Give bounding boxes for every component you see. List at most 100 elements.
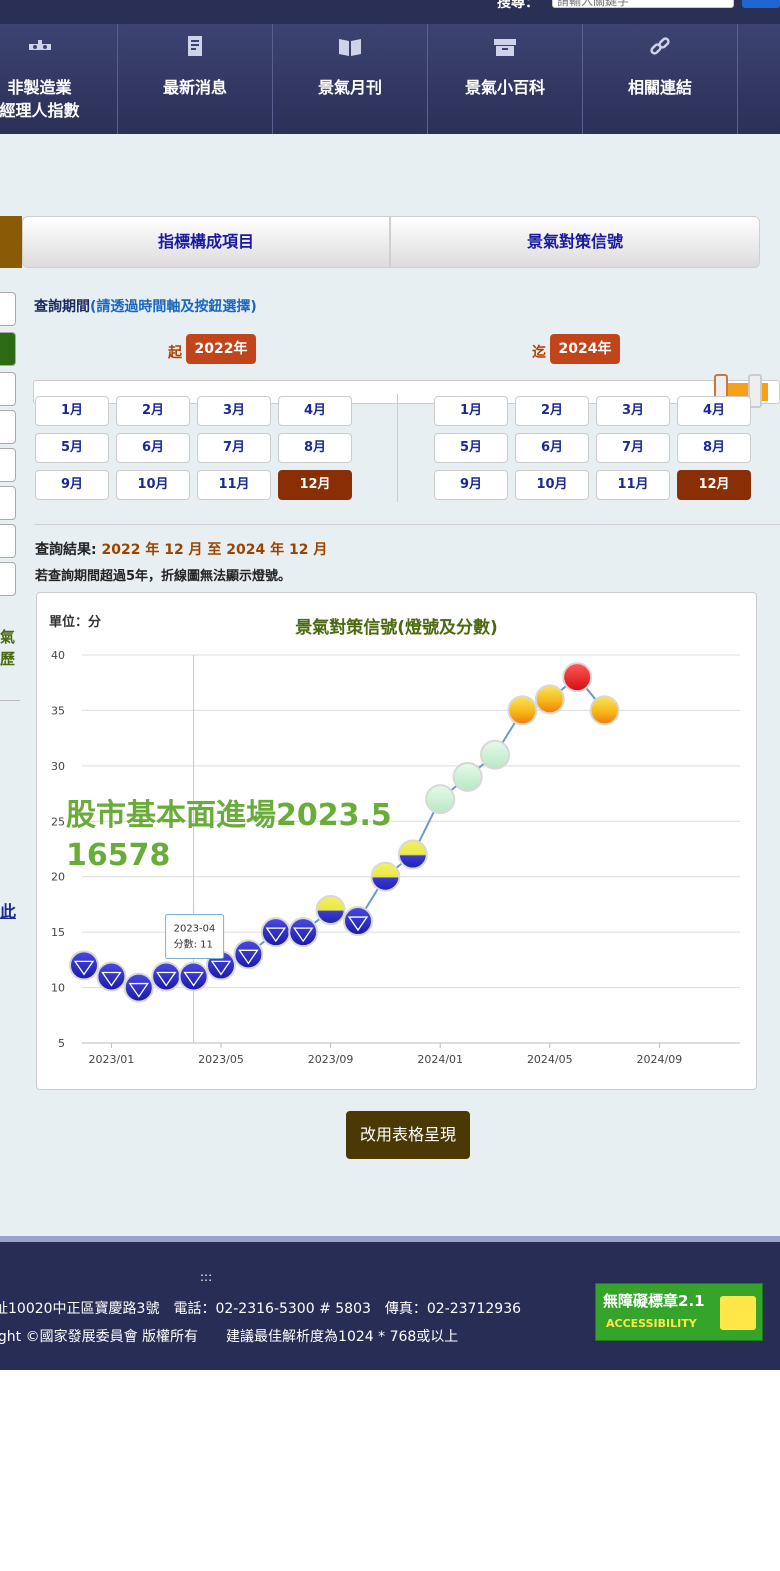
footer-accesskey[interactable]: ::: xyxy=(200,1270,212,1284)
start-month-button[interactable]: 3月 xyxy=(197,396,271,426)
start-month-button[interactable]: 9月 xyxy=(35,470,109,500)
footer-address: 址10020中正區寶慶路3號 電話：02-2316-5300 # 5803 傳真… xyxy=(0,1301,522,1317)
search-input[interactable] xyxy=(552,0,734,8)
nav-label: 景氣月刊 xyxy=(317,78,382,97)
book-icon xyxy=(339,39,361,56)
tab-active-indicator xyxy=(0,216,22,268)
nav-item-non-manufacturing-pmi[interactable]: 非製造業 經理人指數 xyxy=(0,24,118,134)
side-option[interactable] xyxy=(0,486,16,520)
nav-label: 非製造業 經理人指數 xyxy=(0,78,80,120)
tab-business-signal[interactable]: 景氣對策信號 xyxy=(390,216,760,268)
side-link[interactable]: 此 xyxy=(0,898,16,922)
start-year-badge[interactable]: 2022年 xyxy=(186,334,256,364)
tooltip-date: 2023-04 xyxy=(174,923,216,934)
end-year-badge[interactable]: 2024年 xyxy=(550,334,620,364)
x-tick-label: 2023/01 xyxy=(89,1053,135,1066)
side-option[interactable] xyxy=(0,448,16,482)
footer-copyright: ight ©國家發展委員會 版權所有 建議最佳解析度為1024 * 768或以上 xyxy=(0,1329,459,1345)
y-tick-label: 10 xyxy=(51,982,65,995)
end-month-button[interactable]: 11月 xyxy=(596,470,670,500)
start-month-button[interactable]: 2月 xyxy=(116,396,190,426)
nav-item-encyclopedia[interactable]: 景氣小百科 xyxy=(428,24,583,134)
tooltip-value: 分數: 11 xyxy=(174,937,213,950)
tab-indicator-components[interactable]: 指標構成項目 xyxy=(22,216,390,268)
signal-point-yellow-red xyxy=(589,695,620,726)
x-tick-label: 2023/05 xyxy=(198,1053,244,1066)
side-option[interactable] xyxy=(0,524,16,558)
divider xyxy=(0,700,20,701)
end-month-button[interactable]: 5月 xyxy=(434,433,508,463)
period-note: (請透過時間軸及按鈕選擇) xyxy=(90,299,257,315)
top-bar: 搜尋： xyxy=(0,0,780,24)
start-month-button[interactable]: 1月 xyxy=(35,396,109,426)
side-option[interactable] xyxy=(0,372,16,406)
link-icon xyxy=(650,37,670,55)
end-month-button[interactable]: 9月 xyxy=(434,470,508,500)
factory-icon xyxy=(28,40,51,50)
start-month-button[interactable]: 11月 xyxy=(197,470,271,500)
y-tick-label: 40 xyxy=(51,649,65,662)
side-option[interactable] xyxy=(0,562,16,596)
side-option[interactable] xyxy=(0,292,16,326)
overlay-line-1: 股市基本面進場2023.5 xyxy=(66,798,392,833)
accessibility-badge[interactable]: 無障礙標章2.1 ACCESSIBILITY xyxy=(595,1283,763,1341)
result-label: 查詢結果: xyxy=(35,542,97,558)
period-title-text: 查詢期間 xyxy=(34,299,90,315)
document-icon xyxy=(188,36,202,56)
y-tick-label: 5 xyxy=(58,1037,65,1050)
start-month-button[interactable]: 5月 xyxy=(35,433,109,463)
end-month-button[interactable]: 1月 xyxy=(434,396,508,426)
nav-item-links[interactable]: 相關連結 xyxy=(583,24,738,134)
signal-point-yellow-red xyxy=(534,684,565,715)
y-tick-label: 30 xyxy=(51,760,65,773)
signal-point-green xyxy=(452,761,483,792)
badge-subtitle: ACCESSIBILITY xyxy=(606,1317,697,1330)
signal-point-red xyxy=(562,662,593,693)
x-tick-label: 2024/05 xyxy=(527,1053,573,1066)
tooltip-box xyxy=(165,913,225,959)
end-month-button[interactable]: 8月 xyxy=(677,433,751,463)
accessibility-grid-icon xyxy=(720,1296,756,1330)
side-option[interactable] xyxy=(0,410,16,444)
search-label: 搜尋： xyxy=(497,0,539,11)
period-title: 查詢期間(請透過時間軸及按鈕選擇) xyxy=(34,296,257,316)
end-month-button[interactable]: 7月 xyxy=(596,433,670,463)
nav-label: 最新消息 xyxy=(162,78,227,97)
search-button[interactable] xyxy=(742,0,780,8)
x-tick-label: 2024/01 xyxy=(417,1053,463,1066)
end-label: 迄 xyxy=(532,345,546,361)
page: 搜尋： 非製造業 經理人指數 最新消息 景氣月刊 景氣小百科 相關連結 指標構成… xyxy=(0,0,780,1571)
table-view-button[interactable]: 改用表格呈現 xyxy=(346,1111,470,1159)
signal-point-green xyxy=(480,739,510,770)
nav-label: 景氣小百科 xyxy=(464,78,545,97)
main-content: 指標構成項目 景氣對策信號 查詢期間(請透過時間軸及按鈕選擇) 起 2022年 … xyxy=(0,134,780,1266)
end-month-button[interactable]: 2月 xyxy=(515,396,589,426)
signal-point-yellow-blue xyxy=(397,839,428,870)
start-month-button[interactable]: 8月 xyxy=(278,433,352,463)
divider xyxy=(34,524,780,525)
nav-item-monthly[interactable]: 景氣月刊 xyxy=(273,24,428,134)
signal-point-yellow-blue xyxy=(315,894,346,925)
end-month-button[interactable]: 10月 xyxy=(515,470,589,500)
divider xyxy=(397,394,398,502)
start-month-button[interactable]: 10月 xyxy=(116,470,190,500)
end-month-button[interactable]: 12月 xyxy=(677,470,751,500)
box-icon xyxy=(494,39,516,56)
x-tick-label: 2024/09 xyxy=(637,1053,683,1066)
result-value: 2022 年 12 月 至 2024 年 12 月 xyxy=(101,542,328,558)
y-tick-label: 20 xyxy=(51,871,65,884)
overlay-line-2: 16578 xyxy=(66,838,171,873)
query-result: 查詢結果: 2022 年 12 月 至 2024 年 12 月 xyxy=(35,539,327,559)
end-month-button[interactable]: 4月 xyxy=(677,396,751,426)
nav-label: 相關連結 xyxy=(627,78,692,97)
start-month-button[interactable]: 6月 xyxy=(116,433,190,463)
end-month-button[interactable]: 6月 xyxy=(515,433,589,463)
start-month-button[interactable]: 12月 xyxy=(278,470,352,500)
start-month-button[interactable]: 7月 xyxy=(197,433,271,463)
nav-item-news[interactable]: 最新消息 xyxy=(118,24,273,134)
side-option-active[interactable] xyxy=(0,332,16,366)
start-label: 起 xyxy=(168,345,182,361)
start-month-button[interactable]: 4月 xyxy=(278,396,352,426)
y-tick-label: 25 xyxy=(51,815,65,828)
end-month-button[interactable]: 3月 xyxy=(596,396,670,426)
